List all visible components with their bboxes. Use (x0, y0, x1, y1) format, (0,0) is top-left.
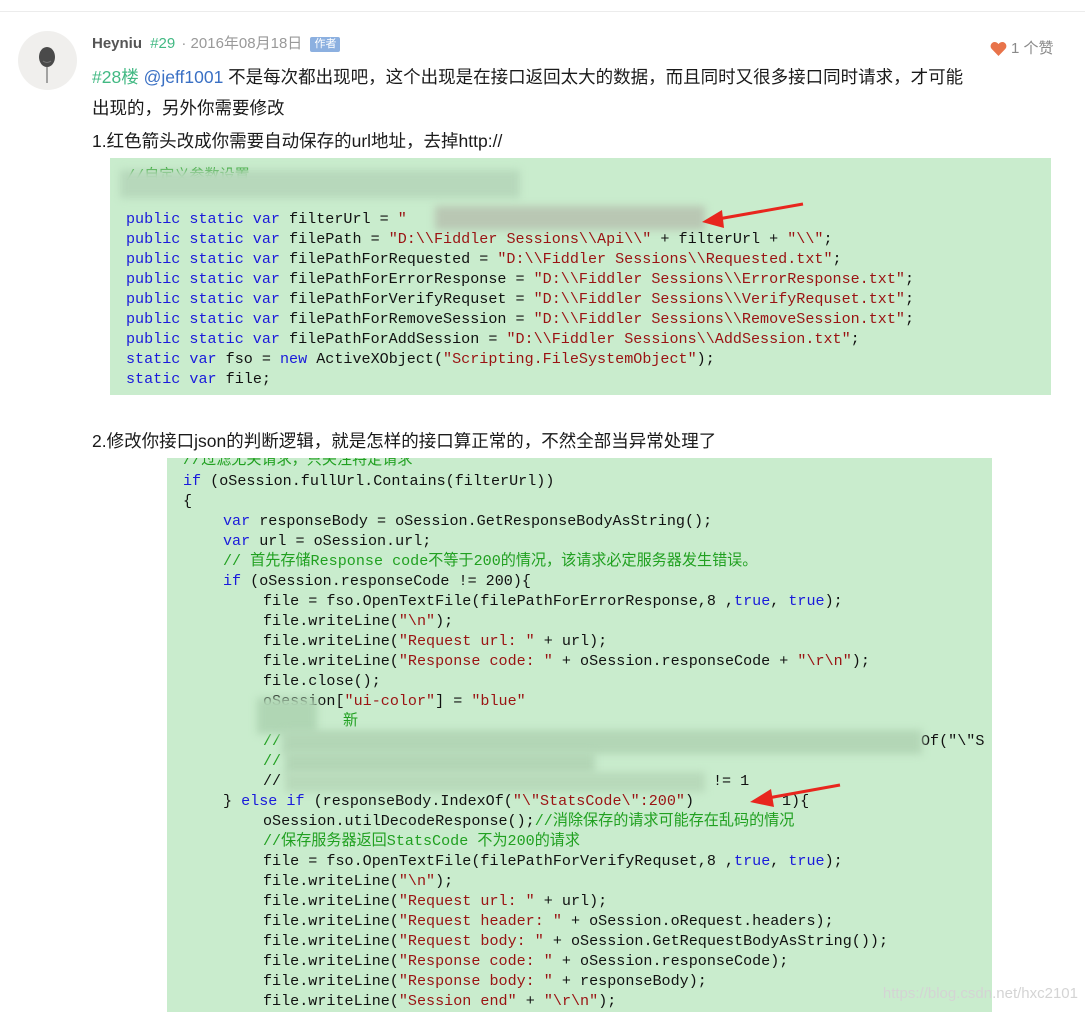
annotation-arrows (702, 202, 841, 807)
watermark: https://blog.csdn.net/hxc2101 (882, 985, 1078, 1002)
red-arrow-icon (702, 202, 804, 228)
red-arrow-icon (750, 783, 841, 807)
